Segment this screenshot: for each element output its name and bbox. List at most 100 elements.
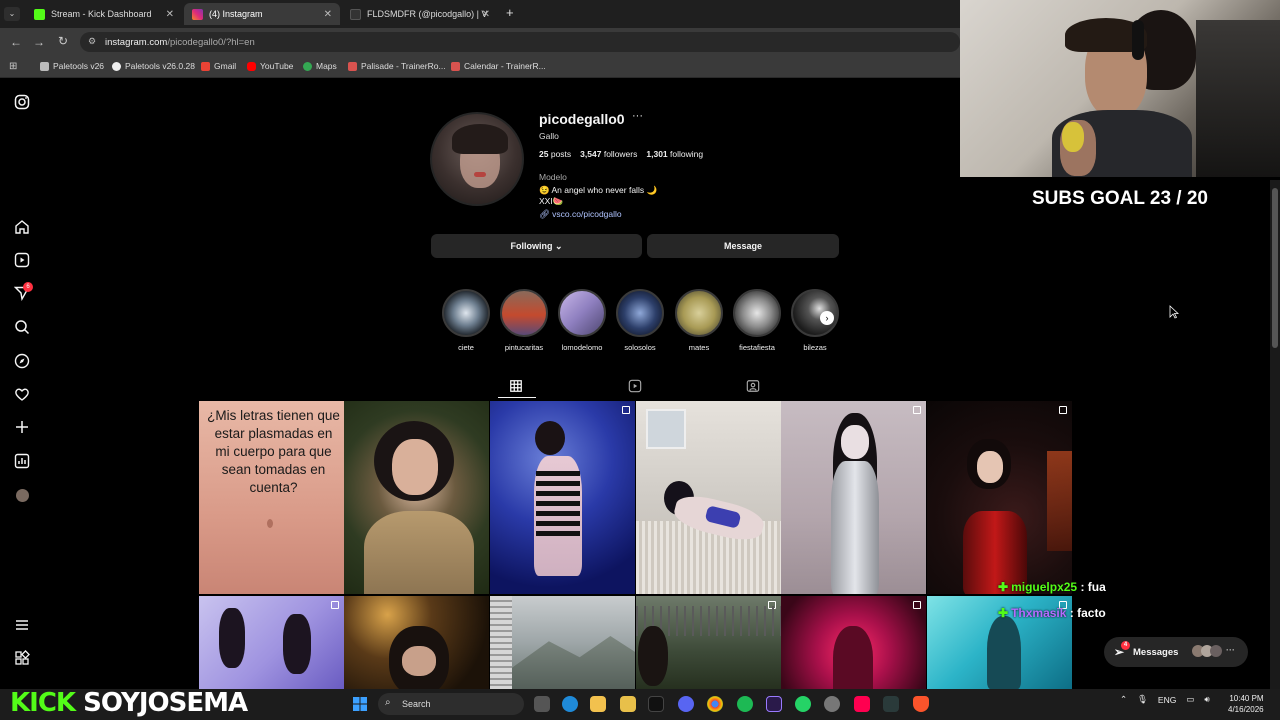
options-more-icon[interactable]: ··· (632, 110, 643, 122)
url-field[interactable]: ⚙ instagram.com/picodegallo0/?hl=en (80, 32, 960, 52)
search-icon[interactable] (13, 319, 31, 337)
post-thumbnail[interactable] (927, 401, 1072, 594)
bookmark-item[interactable]: Gmail (201, 61, 236, 71)
tiktok-icon[interactable] (648, 696, 664, 712)
taskbar-search[interactable]: ⌕ Search (378, 693, 524, 715)
link-icon: 🔗︎ (539, 209, 550, 219)
tab-search-chevron-icon[interactable]: ⌄ (4, 7, 20, 21)
spotify-icon[interactable] (737, 696, 753, 712)
dashboard-chart-icon[interactable] (13, 453, 31, 471)
bookmark-item[interactable]: Calendar - TrainerR... (451, 61, 546, 71)
bookmark-item[interactable]: Paletools v26.0.28 (112, 61, 195, 71)
file-explorer-icon[interactable] (590, 696, 606, 712)
highlight-label: fiestafiesta (739, 343, 775, 352)
reload-icon[interactable]: ↻ (51, 34, 75, 48)
following-link[interactable]: 1,301 following (646, 149, 703, 159)
page-scrollbar-thumb[interactable] (1272, 188, 1278, 348)
create-plus-icon[interactable] (13, 419, 31, 437)
followers-link[interactable]: 3,547 followers (580, 149, 637, 159)
post-thumbnail[interactable] (490, 596, 635, 689)
reels-icon[interactable] (13, 252, 31, 270)
highlight-item[interactable]: ciete (441, 289, 491, 352)
chrome-icon[interactable] (707, 696, 723, 712)
apps-grid-icon[interactable]: ⊞ (9, 61, 17, 72)
following-button[interactable]: Following ⌄ (431, 234, 642, 258)
post-thumbnail[interactable] (344, 401, 489, 594)
post-thumbnail[interactable] (490, 401, 635, 594)
settings-gear-icon[interactable] (824, 696, 840, 712)
bookmark-label: Paletools v26 (53, 61, 105, 71)
microphone-icon[interactable]: 🎙︎ (1137, 694, 1148, 705)
post-thumbnail[interactable] (636, 401, 781, 594)
menu-hamburger-icon[interactable] (13, 617, 31, 635)
tab-vsco[interactable]: FLDSMDFR (@picodgallo) | VSC ✕ (342, 3, 498, 25)
profile-avatar-icon[interactable] (13, 487, 31, 505)
back-arrow-icon[interactable]: ← (4, 35, 28, 49)
bookmark-item[interactable]: YouTube (247, 61, 293, 71)
tray-chevron-icon[interactable]: ⌃ (1120, 694, 1127, 705)
forward-arrow-icon[interactable]: → (27, 35, 51, 49)
post-thumbnail[interactable] (199, 596, 344, 689)
also-from-meta-icon[interactable] (13, 650, 31, 668)
profile-stats: 25 posts 3,547 followers 1,301 following (539, 149, 703, 159)
site-info-icon[interactable]: ⚙ (88, 36, 96, 47)
volume-icon[interactable]: 🔊︎ (1204, 694, 1209, 705)
browser-tab-bar: ⌄ Stream - Kick Dashboard ✕ (4) Instagra… (0, 0, 960, 28)
highlight-item[interactable]: pintucaritas (499, 289, 549, 352)
close-icon[interactable]: ✕ (166, 9, 174, 20)
highlight-item[interactable]: mates (674, 289, 724, 352)
store-icon[interactable] (620, 696, 636, 712)
bookmark-icon (348, 61, 357, 71)
bookmark-item[interactable]: Paletools v26 (40, 61, 104, 71)
address-bar-row: ← → ↻ ⚙ instagram.com/picodegallo0/?hl=e… (0, 28, 960, 56)
multiple-posts-icon (913, 406, 921, 414)
app-icon[interactable] (883, 696, 899, 712)
taskbar-clock[interactable]: 10:40 PM 4/16/2026 (1228, 693, 1264, 715)
post-thumbnail[interactable]: ¿Mis letras tienen que estar plasmadas e… (199, 401, 344, 594)
new-tab-button[interactable]: + (506, 5, 514, 20)
tab-kick-dashboard[interactable]: Stream - Kick Dashboard ✕ (26, 3, 182, 25)
instagram-logo-icon[interactable] (13, 94, 31, 112)
close-icon[interactable]: ✕ (324, 9, 332, 20)
tagged-tab-icon[interactable] (746, 379, 762, 395)
search-label: Search (402, 699, 431, 709)
direct-messages-icon[interactable]: 6 (13, 282, 33, 303)
bookmarks-bar: ⊞ Paletools v26 Paletools v26.0.28 Gmail… (0, 56, 960, 78)
home-icon[interactable] (13, 219, 31, 237)
youtube-icon (247, 61, 256, 71)
highlight-item[interactable]: lomodelomo (557, 289, 607, 352)
posts-grid-tab-icon[interactable] (509, 379, 525, 395)
highlight-item[interactable]: fiestafiesta (732, 289, 782, 352)
highlight-cover (500, 289, 548, 337)
highlights-next-chevron-icon[interactable]: › (820, 311, 834, 325)
language-indicator[interactable]: ENG (1158, 695, 1176, 705)
highlight-item[interactable]: solosolos (615, 289, 665, 352)
messages-drawer-button[interactable]: ➢ 4 Messages ··· (1104, 637, 1248, 667)
whatsapp-icon[interactable] (795, 696, 811, 712)
bookmark-item[interactable]: Palisade - TrainerRo... (348, 61, 446, 71)
post-thumbnail[interactable] (781, 401, 926, 594)
discord-icon[interactable] (678, 696, 694, 712)
brave-icon[interactable] (913, 696, 929, 712)
heart-icon[interactable] (13, 386, 31, 404)
post-thumbnail[interactable] (344, 596, 489, 689)
close-icon[interactable]: ✕ (482, 9, 490, 20)
tab-instagram[interactable]: (4) Instagram ✕ (184, 3, 340, 25)
bookmark-item[interactable]: Maps (303, 61, 337, 71)
edge-icon[interactable] (562, 696, 578, 712)
network-icon[interactable]: ▭ (1186, 694, 1194, 705)
profile-picture[interactable] (430, 112, 524, 206)
post-thumbnail[interactable] (636, 596, 781, 689)
chat-username: miguelpx25 (1011, 580, 1078, 594)
explore-compass-icon[interactable] (13, 353, 31, 371)
post-thumbnail[interactable] (781, 596, 926, 689)
reels-tab-icon[interactable] (628, 379, 644, 395)
task-view-icon[interactable] (534, 696, 550, 712)
message-button[interactable]: Message (647, 234, 839, 258)
profile-external-link[interactable]: 🔗︎ vsco.co/picodgallo (539, 209, 622, 220)
kick-logo-text: KICK (10, 688, 76, 718)
tiktok-live-icon[interactable] (854, 696, 870, 712)
windows-start-icon[interactable] (352, 696, 368, 712)
premiere-icon[interactable] (766, 696, 782, 712)
messages-badge: 4 (1121, 641, 1130, 650)
